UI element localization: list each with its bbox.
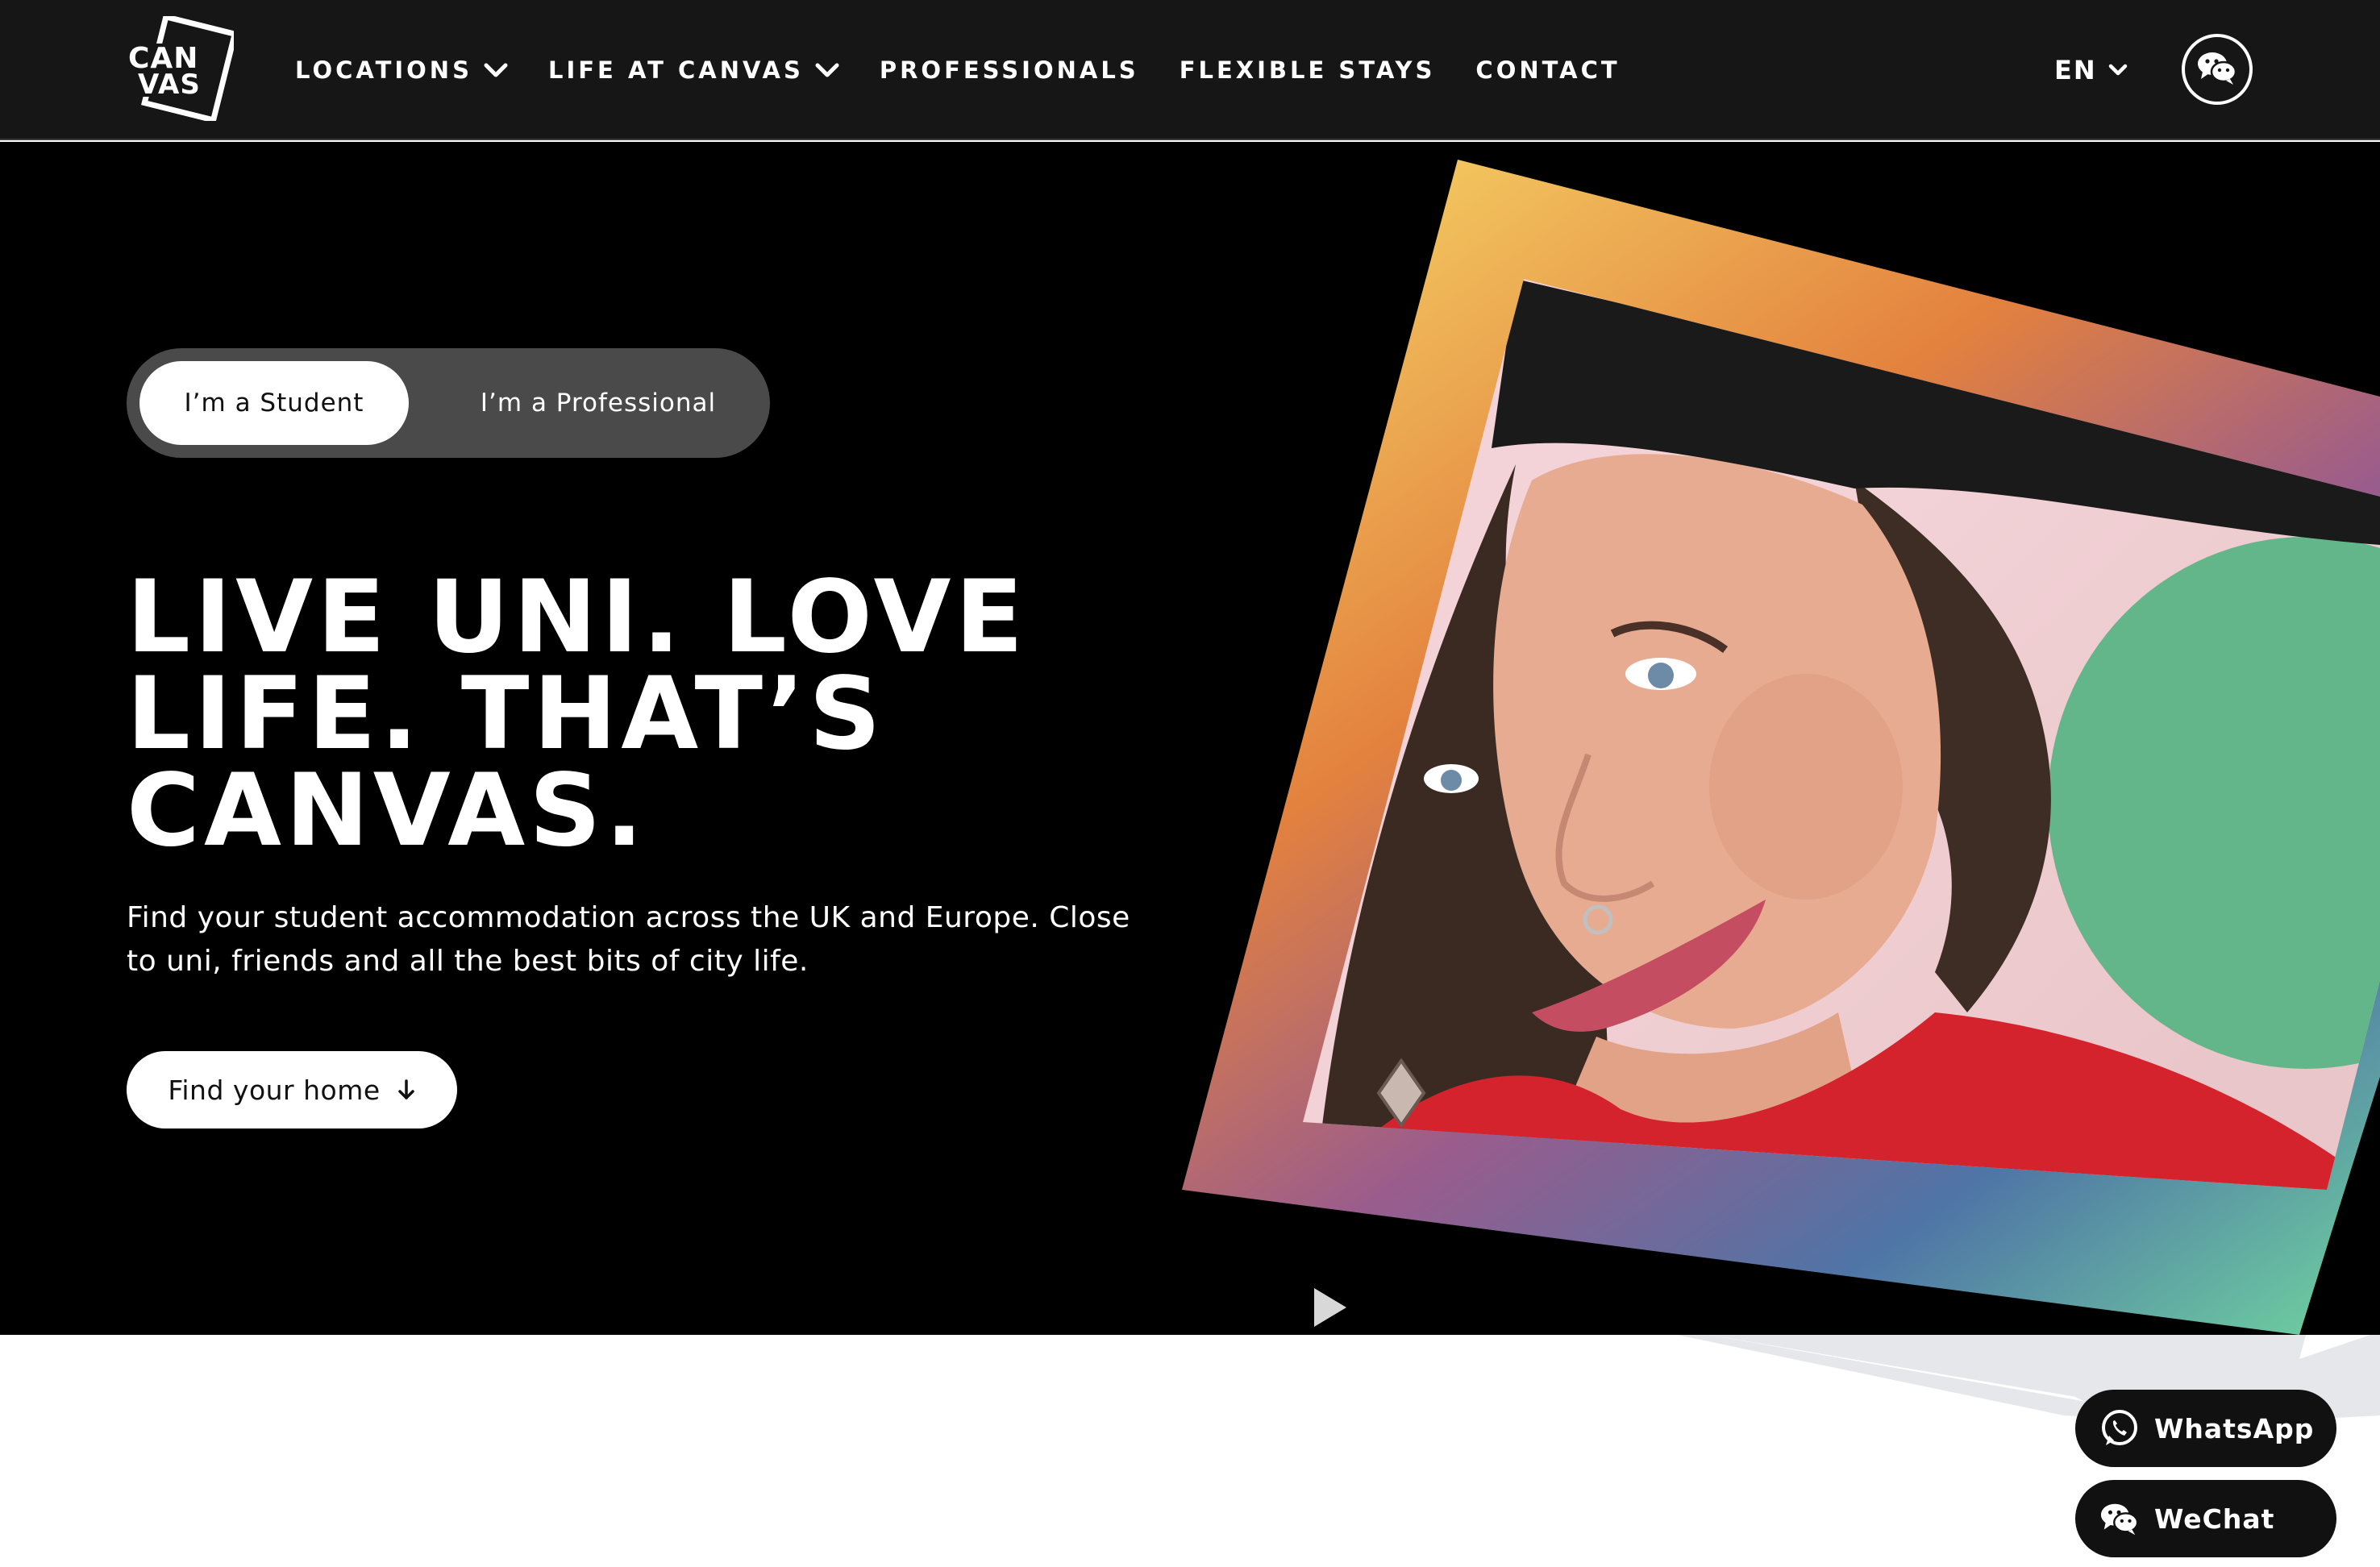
hero-subtext: Find your student accommodation across t… xyxy=(127,896,1207,983)
subtext-line-2: to uni, friends and all the best bits of… xyxy=(127,945,809,978)
headline-line-1: LIVE UNI. LOVE xyxy=(127,559,1028,675)
hero-headline: LIVE UNI. LOVE LIFE. THAT’S CANVAS. xyxy=(127,559,1175,869)
nav-locations[interactable]: LOCATIONS xyxy=(295,56,508,84)
frame-shadow-bottom xyxy=(1677,1335,2380,1424)
headline-line-3: CANVAS. xyxy=(127,753,647,869)
page: CAN VAS LOCATIONS LIFE AT CANVAS PROFESS… xyxy=(0,0,2380,1567)
nav-flexible-stays-label: FLEXIBLE STAYS xyxy=(1179,56,1436,84)
svg-text:VAS: VAS xyxy=(138,69,201,101)
chevron-down-icon xyxy=(2108,64,2128,77)
nav-contact[interactable]: CONTACT xyxy=(1475,56,1620,84)
wechat-button[interactable]: WeChat xyxy=(2075,1480,2336,1557)
nav-locations-label: LOCATIONS xyxy=(295,56,472,84)
wechat-header-button[interactable] xyxy=(2182,34,2253,105)
play-icon[interactable] xyxy=(1311,1285,1350,1330)
whatsapp-label: WhatsApp xyxy=(2154,1412,2315,1444)
wechat-icon xyxy=(2196,50,2238,89)
subtext-line-1: Find your student accommodation across t… xyxy=(127,901,1130,934)
nav-life-at-canvas-label: LIFE AT CANVAS xyxy=(547,56,804,84)
find-your-home-button[interactable]: Find your home xyxy=(127,1051,457,1128)
whatsapp-button[interactable]: WhatsApp xyxy=(2075,1390,2336,1467)
nav-flexible-stays[interactable]: FLEXIBLE STAYS xyxy=(1180,56,1436,84)
chevron-down-icon xyxy=(815,62,839,78)
arrow-down-icon xyxy=(397,1079,416,1101)
nav-professionals-label: PROFESSIONALS xyxy=(879,56,1139,84)
wechat-icon xyxy=(2099,1498,2140,1539)
toggle-student[interactable]: I’m a Student xyxy=(139,361,409,445)
language-label: EN xyxy=(2054,55,2097,85)
wechat-label: WeChat xyxy=(2154,1503,2275,1535)
toggle-professional[interactable]: I’m a Professional xyxy=(449,361,747,445)
whatsapp-icon xyxy=(2099,1408,2140,1449)
chevron-down-icon xyxy=(484,62,508,78)
hero-section: I’m a Student I’m a Professional LIVE UN… xyxy=(0,142,2380,1335)
site-header: CAN VAS LOCATIONS LIFE AT CANVAS PROFESS… xyxy=(0,0,2380,140)
language-selector[interactable]: EN xyxy=(2054,0,2128,140)
nav-professionals[interactable]: PROFESSIONALS xyxy=(880,56,1139,84)
headline-line-2: LIFE. THAT’S xyxy=(127,656,885,772)
main-nav: LOCATIONS LIFE AT CANVAS PROFESSIONALS F… xyxy=(295,0,1661,140)
audience-toggle: I’m a Student I’m a Professional xyxy=(127,348,770,458)
canvas-logo[interactable]: CAN VAS xyxy=(125,13,239,124)
nav-contact-label: CONTACT xyxy=(1475,56,1621,84)
cta-label: Find your home xyxy=(168,1074,381,1106)
nav-life-at-canvas[interactable]: LIFE AT CANVAS xyxy=(548,56,839,84)
